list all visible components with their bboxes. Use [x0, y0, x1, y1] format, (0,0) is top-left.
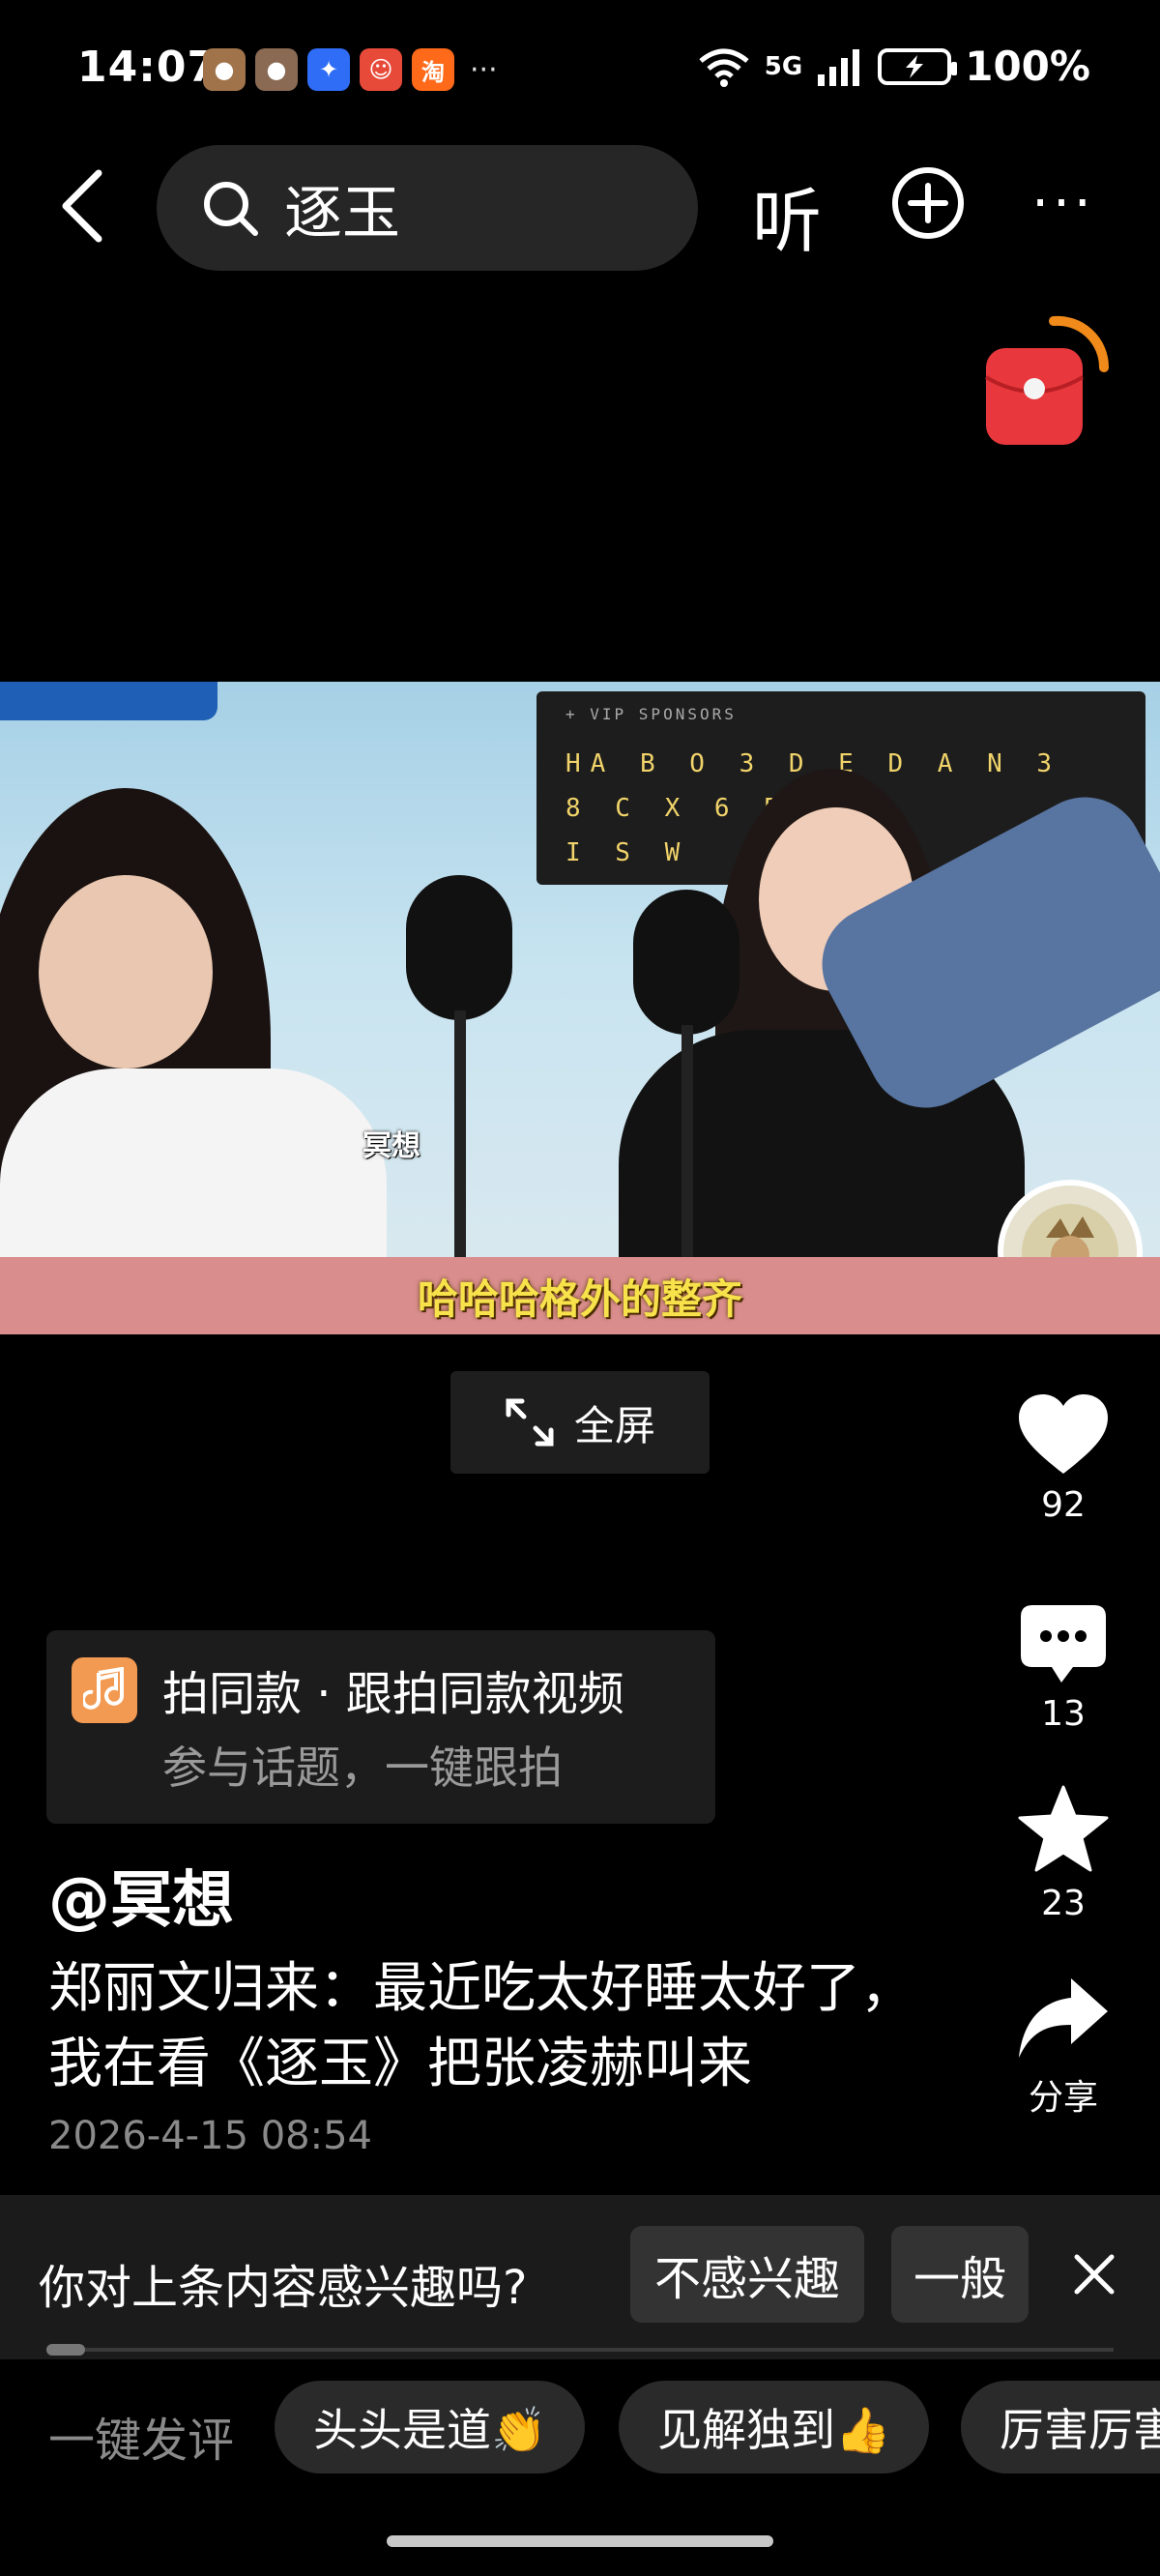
close-icon[interactable] — [1063, 2243, 1125, 2305]
app-avatar-2-icon: ● — [255, 48, 298, 91]
signal-icon — [818, 48, 860, 86]
more-options-button[interactable]: ··· — [1025, 164, 1102, 242]
more-notifications-indicator: ··· — [470, 52, 498, 87]
search-query: 逐玉 — [284, 179, 400, 248]
app-avatar-1-icon: ● — [203, 48, 246, 91]
share-button[interactable]: 分享 — [1005, 1976, 1121, 2120]
channel-badge — [0, 682, 218, 720]
status-bar: 14:07 ● ● ✦ ☺ 淘 ··· 5G 100% — [0, 0, 1160, 135]
search-box[interactable]: 逐玉 — [157, 145, 698, 271]
home-indicator[interactable] — [387, 2535, 773, 2547]
video-progress-thumb[interactable] — [46, 2344, 85, 2356]
video-progress-track[interactable] — [46, 2348, 1114, 2352]
post-date: 2026-4-15 08:54 — [48, 2114, 372, 2158]
tencent-docs-icon: ✦ — [307, 48, 350, 91]
not-interested-button[interactable]: 不感兴趣 — [630, 2226, 864, 2323]
wifi-icon — [699, 48, 749, 87]
listen-button[interactable]: 听 — [752, 164, 822, 266]
battery-percent: 100% — [965, 43, 1090, 90]
subtitle-bar: 哈哈哈格外的整齐 — [0, 1257, 1160, 1334]
like-button[interactable]: 92 — [1005, 1392, 1121, 1525]
music-note-icon — [72, 1657, 137, 1723]
expand-icon — [506, 1398, 554, 1447]
host-left-face — [39, 875, 213, 1068]
quick-comment-bar: 一键发评 头头是道👏 见解独到👍 厉害厉害 — [0, 2381, 1160, 2474]
like-count: 92 — [1041, 1485, 1086, 1525]
microphone-2 — [633, 890, 740, 1035]
status-time: 14:07 — [77, 43, 218, 92]
favorite-count: 23 — [1041, 1884, 1086, 1923]
back-button[interactable] — [48, 162, 116, 249]
quick-comment-label: 一键发评 — [48, 2414, 235, 2468]
fullscreen-button[interactable]: 全屏 — [450, 1371, 710, 1474]
add-button[interactable] — [889, 164, 967, 242]
same-style-title: 拍同款 · 跟拍同款视频 — [162, 1667, 624, 1721]
battery-icon — [878, 47, 958, 85]
same-style-card[interactable]: 拍同款 · 跟拍同款视频 参与话题，一键跟拍 — [46, 1630, 715, 1824]
comment-count: 13 — [1041, 1694, 1086, 1734]
same-style-subtitle: 参与话题，一键跟拍 — [162, 1742, 563, 1794]
red-packet-icon[interactable] — [976, 309, 1112, 454]
clown-app-icon: ☺ — [360, 48, 402, 91]
sponsor-row-3: I S W — [566, 838, 690, 867]
sponsor-header: + VIP SPONSORS — [566, 705, 737, 723]
quick-comment-chip[interactable]: 厉害厉害 — [961, 2381, 1160, 2474]
system-icons: 5G 100% — [697, 43, 1090, 90]
star-icon — [1018, 1785, 1109, 1872]
post-description: 郑丽文归来：最近吃太好睡太好了，我在看《逐玉》把张凌赫叫来 — [48, 1957, 914, 2095]
network-type-label: 5G — [764, 51, 803, 81]
favorite-button[interactable]: 23 — [1005, 1785, 1121, 1923]
video-watermark: 冥想 — [362, 1129, 420, 1163]
heart-icon — [1019, 1394, 1108, 1474]
microphone-1 — [406, 875, 512, 1020]
share-icon — [1019, 1978, 1108, 2058]
notification-icons: ● ● ✦ ☺ 淘 ··· — [203, 48, 498, 91]
search-icon — [204, 182, 258, 236]
interest-survey: 你对上条内容感兴趣吗? 不感兴趣 一般 — [0, 2195, 1160, 2359]
interest-question: 你对上条内容感兴趣吗? — [39, 2261, 528, 2315]
mic-stand-1 — [454, 1010, 466, 1262]
mic-stand-2 — [682, 1025, 693, 1276]
video-player[interactable]: + VIP SPONSORS HA B O 3 D E D A N 3 8 C … — [0, 682, 1160, 1334]
taobao-icon: 淘 — [412, 48, 454, 91]
comment-button[interactable]: 13 — [1005, 1603, 1121, 1734]
share-label: 分享 — [1028, 2078, 1098, 2118]
host-left-jacket — [0, 1068, 387, 1262]
quick-comment-chip[interactable]: 见解独到👍 — [619, 2381, 930, 2474]
quick-comment-chip[interactable]: 头头是道👏 — [275, 2381, 586, 2474]
average-button[interactable]: 一般 — [891, 2226, 1029, 2323]
chevron-left-icon — [62, 169, 102, 243]
comment-icon — [1021, 1605, 1106, 1683]
top-nav: 逐玉 听 ··· — [0, 145, 1160, 271]
video-subtitle: 哈哈哈格外的整齐 — [417, 1274, 742, 1323]
fullscreen-label: 全屏 — [573, 1401, 655, 1449]
author-name[interactable]: @冥想 — [48, 1851, 234, 1940]
